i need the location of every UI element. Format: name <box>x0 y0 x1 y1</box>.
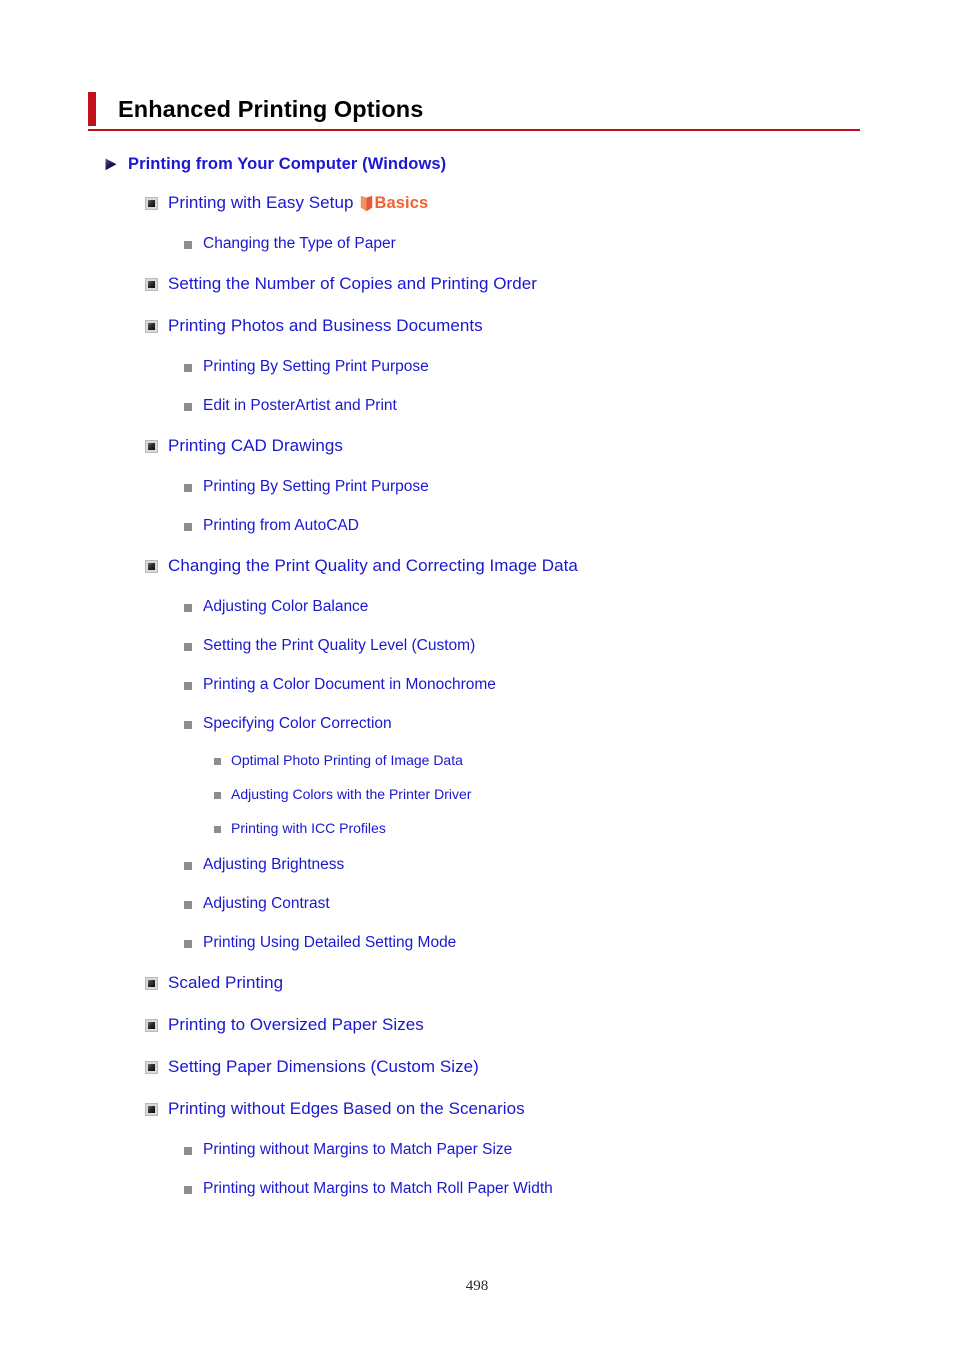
square-3d-icon <box>145 560 158 573</box>
square-small-icon <box>184 363 192 372</box>
toc-item-printing-cad-drawings[interactable]: Printing CAD Drawings <box>0 425 954 467</box>
toc-item-label: Adjusting Contrast <box>203 894 330 912</box>
table-of-contents: Printing from Your Computer (Windows) Pr… <box>0 146 954 1208</box>
toc-item-printing-without-margins-to-match-roll-paper-width[interactable]: Printing without Margins to Match Roll P… <box>0 1169 954 1208</box>
square-small-icon <box>184 861 192 870</box>
toc-item-printing-using-detailed-setting-mode[interactable]: Printing Using Detailed Setting Mode <box>0 923 954 962</box>
book-icon <box>360 195 373 212</box>
toc-item-label: Printing Photos and Business Documents <box>168 316 483 335</box>
toc-item-adjusting-brightness[interactable]: Adjusting Brightness <box>0 845 954 884</box>
basics-badge: Basics <box>360 194 428 213</box>
toc-item-label: Setting the Number of Copies and Printin… <box>168 274 537 293</box>
square-small-icon <box>184 681 192 690</box>
toc-item-printing-without-edges-based-on-the-scenarios[interactable]: Printing without Edges Based on the Scen… <box>0 1088 954 1130</box>
square-tiny-icon <box>214 757 221 765</box>
toc-item-specifying-color-correction[interactable]: Specifying Color Correction <box>0 704 954 743</box>
toc-item-label: Printing CAD Drawings <box>168 436 343 455</box>
square-small-icon <box>184 240 192 249</box>
toc-item-printing-with-icc-profiles[interactable]: Printing with ICC Profiles <box>0 811 954 845</box>
toc-item-label: Printing By Setting Print Purpose <box>203 477 429 495</box>
toc-item-optimal-photo-printing-of-image-data[interactable]: Optimal Photo Printing of Image Data <box>0 743 954 777</box>
basics-label: Basics <box>374 193 429 212</box>
square-3d-icon <box>145 1103 158 1116</box>
triangle-right-icon <box>104 158 118 171</box>
toc-item-printing-a-color-document-in-monochrome[interactable]: Printing a Color Document in Monochrome <box>0 665 954 704</box>
toc-item-changing-the-type-of-paper[interactable]: Changing the Type of Paper <box>0 224 954 263</box>
square-small-icon <box>184 522 192 531</box>
square-small-icon <box>184 939 192 948</box>
toc-item-label: Printing with Easy Setup <box>168 193 354 212</box>
square-small-icon <box>184 900 192 909</box>
toc-item-label: Optimal Photo Printing of Image Data <box>231 752 463 768</box>
square-3d-icon <box>145 1061 158 1074</box>
toc-item-label: Printing from AutoCAD <box>203 516 359 534</box>
square-tiny-icon <box>214 791 221 799</box>
toc-item-printing-to-oversized-paper-sizes[interactable]: Printing to Oversized Paper Sizes <box>0 1004 954 1046</box>
toc-item-label: Scaled Printing <box>168 973 284 992</box>
square-small-icon <box>184 642 192 651</box>
toc-item-label: Printing without Edges Based on the Scen… <box>168 1099 525 1118</box>
toc-item-printing-by-setting-print-purpose-photos[interactable]: Printing By Setting Print Purpose <box>0 347 954 386</box>
toc-item-adjusting-color-balance[interactable]: Adjusting Color Balance <box>0 587 954 626</box>
square-small-icon <box>184 720 192 729</box>
toc-item-label: Printing Using Detailed Setting Mode <box>203 933 457 951</box>
toc-item-label: Specifying Color Correction <box>203 714 392 732</box>
toc-item-label: Adjusting Colors with the Printer Driver <box>231 786 472 802</box>
toc-item-label: Changing the Type of Paper <box>203 234 396 252</box>
toc-item-label: Adjusting Color Balance <box>203 597 369 615</box>
title-accent-bar <box>88 92 96 126</box>
toc-item-label: Edit in PosterArtist and Print <box>203 396 397 414</box>
document-page: Enhanced Printing Options Printing from … <box>0 0 954 1350</box>
toc-section-label: Printing from Your Computer (Windows) <box>128 154 447 173</box>
square-small-icon <box>184 1185 192 1194</box>
square-3d-icon <box>145 440 158 453</box>
toc-item-label: Adjusting Brightness <box>203 855 345 873</box>
toc-item-scaled-printing[interactable]: Scaled Printing <box>0 962 954 1004</box>
toc-item-setting-paper-dimensions-custom-size[interactable]: Setting Paper Dimensions (Custom Size) <box>0 1046 954 1088</box>
toc-section-printing-from-your-computer-windows[interactable]: Printing from Your Computer (Windows) <box>0 146 954 182</box>
toc-item-label: Setting the Print Quality Level (Custom) <box>203 636 476 654</box>
toc-item-label: Printing without Margins to Match Paper … <box>203 1140 513 1158</box>
toc-item-adjusting-colors-with-the-printer-driver[interactable]: Adjusting Colors with the Printer Driver <box>0 777 954 811</box>
toc-item-label: Printing a Color Document in Monochrome <box>203 675 496 693</box>
toc-item-printing-by-setting-print-purpose-cad[interactable]: Printing By Setting Print Purpose <box>0 467 954 506</box>
toc-item-printing-without-margins-to-match-paper-size[interactable]: Printing without Margins to Match Paper … <box>0 1130 954 1169</box>
toc-item-label: Setting Paper Dimensions (Custom Size) <box>168 1057 479 1076</box>
toc-item-label: Printing with ICC Profiles <box>231 820 386 836</box>
toc-item-label: Printing to Oversized Paper Sizes <box>168 1015 424 1034</box>
toc-item-setting-the-number-of-copies-and-printing-order[interactable]: Setting the Number of Copies and Printin… <box>0 263 954 305</box>
toc-item-changing-the-print-quality-and-correcting-image-data[interactable]: Changing the Print Quality and Correctin… <box>0 545 954 587</box>
toc-item-label: Printing without Margins to Match Roll P… <box>203 1179 553 1197</box>
page-header: Enhanced Printing Options <box>88 92 860 131</box>
square-3d-icon <box>145 197 158 210</box>
toc-item-edit-in-posterartist-and-print[interactable]: Edit in PosterArtist and Print <box>0 386 954 425</box>
toc-item-printing-with-easy-setup[interactable]: Printing with Easy Setup Basics <box>0 182 954 224</box>
square-small-icon <box>184 402 192 411</box>
toc-item-label: Changing the Print Quality and Correctin… <box>168 556 578 575</box>
page-number: 498 <box>465 1278 489 1294</box>
square-small-icon <box>184 1146 192 1155</box>
toc-item-setting-the-print-quality-level-custom[interactable]: Setting the Print Quality Level (Custom) <box>0 626 954 665</box>
toc-item-label: Printing By Setting Print Purpose <box>203 357 429 375</box>
title-divider <box>88 129 860 131</box>
toc-item-printing-from-autocad[interactable]: Printing from AutoCAD <box>0 506 954 545</box>
toc-item-adjusting-contrast[interactable]: Adjusting Contrast <box>0 884 954 923</box>
square-3d-icon <box>145 1019 158 1032</box>
page-title: Enhanced Printing Options <box>118 96 424 122</box>
square-3d-icon <box>145 977 158 990</box>
square-tiny-icon <box>214 825 221 833</box>
square-3d-icon <box>145 278 158 291</box>
square-small-icon <box>184 603 192 612</box>
toc-item-printing-photos-and-business-documents[interactable]: Printing Photos and Business Documents <box>0 305 954 347</box>
square-3d-icon <box>145 320 158 333</box>
square-small-icon <box>184 483 192 492</box>
